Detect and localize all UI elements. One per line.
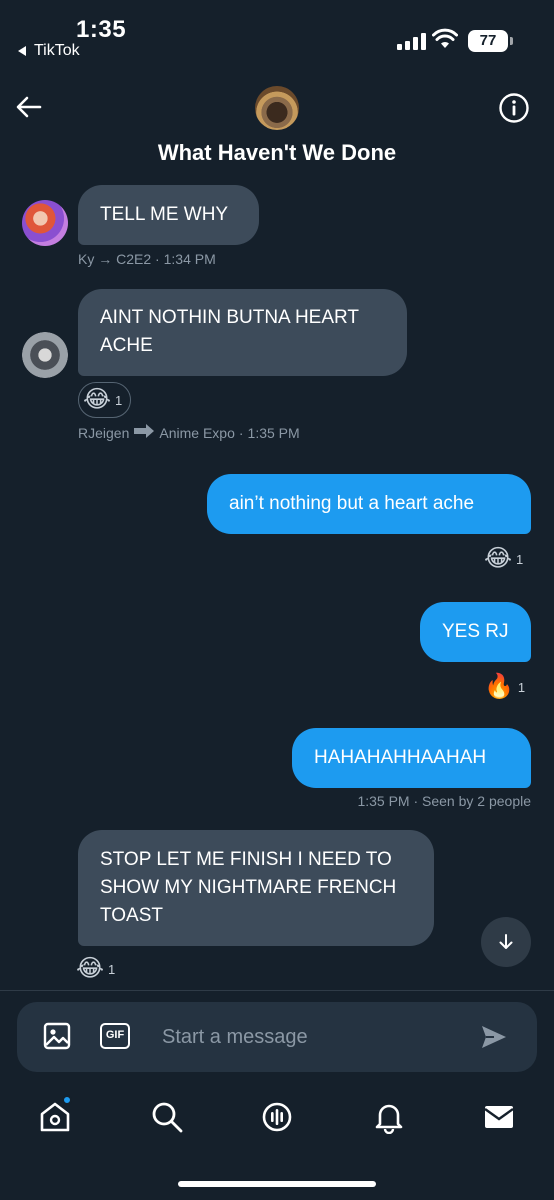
laughing-emoji-icon: 😂 xyxy=(83,386,112,413)
group-avatar[interactable] xyxy=(255,86,299,130)
message-bubble[interactable]: AINT NOTHIN BUTNA HEART ACHE xyxy=(78,289,407,376)
reaction-count: 1 xyxy=(108,961,116,977)
seen-status: 1:35 PM · Seen by 2 people xyxy=(357,793,531,809)
arrow-right-icon: → xyxy=(98,251,117,267)
message-bubble[interactable]: STOP LET ME FINISH I NEED TO SHOW MY NIG… xyxy=(78,830,434,946)
sender-name: RJeigen xyxy=(78,425,130,441)
gif-button[interactable]: GIF xyxy=(100,1023,130,1049)
back-triangle-icon xyxy=(18,46,26,56)
separator-dot: · xyxy=(238,425,244,441)
arrow-left-icon[interactable] xyxy=(14,92,44,122)
message-meta: Ky → C2E2 · 1:34 PM xyxy=(78,251,216,267)
message-input[interactable] xyxy=(162,1022,462,1052)
soon-arrow-icon xyxy=(134,424,155,438)
laughing-emoji-icon: 😂 xyxy=(76,955,105,982)
laughing-emoji-icon: 😂 xyxy=(484,545,513,572)
reaction-badge[interactable]: 😂 1 xyxy=(76,956,115,982)
sender-destination: C2E2 xyxy=(116,251,152,267)
reaction-count: 1 xyxy=(115,392,123,408)
message-bubble[interactable]: TELL ME WHY xyxy=(78,185,259,245)
search-icon[interactable] xyxy=(150,1100,184,1134)
sender-name: Ky xyxy=(78,251,95,267)
reaction-badge[interactable]: 😂 1 xyxy=(78,382,132,418)
mail-icon[interactable] xyxy=(482,1100,516,1134)
arrow-down-icon xyxy=(499,934,513,949)
message-bubble[interactable]: ain’t nothing but a heart ache xyxy=(207,474,531,534)
message-meta: RJeigen Anime Expo · 1:35 PM xyxy=(78,424,300,442)
bell-icon[interactable] xyxy=(372,1100,406,1134)
home-indicator xyxy=(178,1181,376,1187)
sender-destination: Anime Expo xyxy=(159,425,235,441)
scroll-to-bottom-button[interactable] xyxy=(481,917,531,967)
battery-tip xyxy=(510,37,513,45)
divider xyxy=(0,990,554,991)
reaction-count: 1 xyxy=(517,679,526,695)
avatar[interactable] xyxy=(22,200,68,246)
wifi-icon xyxy=(432,28,458,48)
fire-emoji-icon: 🔥 xyxy=(484,673,514,700)
send-icon[interactable] xyxy=(480,1023,508,1051)
reaction-badge[interactable]: 🔥 1 xyxy=(484,674,525,700)
message-time: 1:34 PM xyxy=(163,251,216,267)
spaces-icon[interactable] xyxy=(260,1100,294,1134)
battery-level: 77 xyxy=(468,30,508,52)
separator-dot: · xyxy=(155,251,164,267)
notification-dot xyxy=(62,1095,72,1105)
reaction-badge[interactable]: 😂 1 xyxy=(484,546,523,572)
cellular-signal-icon xyxy=(397,32,426,50)
back-app-label: TikTok xyxy=(34,42,80,59)
info-circle-icon[interactable] xyxy=(498,92,530,124)
home-icon[interactable] xyxy=(38,1100,72,1134)
back-to-app-link[interactable]: TikTok xyxy=(18,42,80,60)
chat-title: What Haven't We Done xyxy=(157,140,397,165)
status-time: 1:35 xyxy=(76,16,127,43)
reaction-count: 1 xyxy=(516,551,524,567)
message-time: 1:35 PM xyxy=(247,425,300,441)
image-icon[interactable] xyxy=(42,1021,72,1051)
avatar[interactable] xyxy=(22,332,68,378)
message-bubble[interactable]: YES RJ xyxy=(420,602,531,662)
message-bubble[interactable]: HAHAHAHHAAHAH xyxy=(292,728,531,788)
